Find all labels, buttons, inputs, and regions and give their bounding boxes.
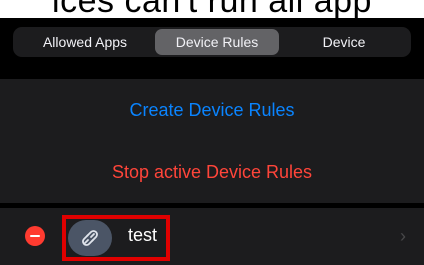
chevron-right-icon: › (400, 226, 406, 246)
device-rules-screen: Allowed Apps Device Rules Device Create … (0, 18, 424, 265)
segmented-control: Allowed Apps Device Rules Device (13, 27, 411, 57)
caption-text: ices can't run all app (0, 0, 424, 18)
tab-allowed-apps[interactable]: Allowed Apps (15, 29, 155, 55)
create-device-rules-button[interactable]: Create Device Rules (0, 100, 424, 121)
top-cropped-caption: ices can't run all app (0, 0, 424, 18)
list-item-rule-test[interactable]: test › (0, 208, 424, 265)
create-rules-row[interactable]: Create Device Rules (0, 79, 424, 141)
stop-rules-row[interactable]: Stop active Device Rules (0, 141, 424, 203)
minus-circle-icon[interactable] (25, 226, 45, 246)
stop-device-rules-button[interactable]: Stop active Device Rules (0, 162, 424, 183)
tab-device[interactable]: Device (279, 29, 409, 55)
tab-device-rules[interactable]: Device Rules (155, 29, 279, 55)
rule-label: test (128, 225, 158, 245)
